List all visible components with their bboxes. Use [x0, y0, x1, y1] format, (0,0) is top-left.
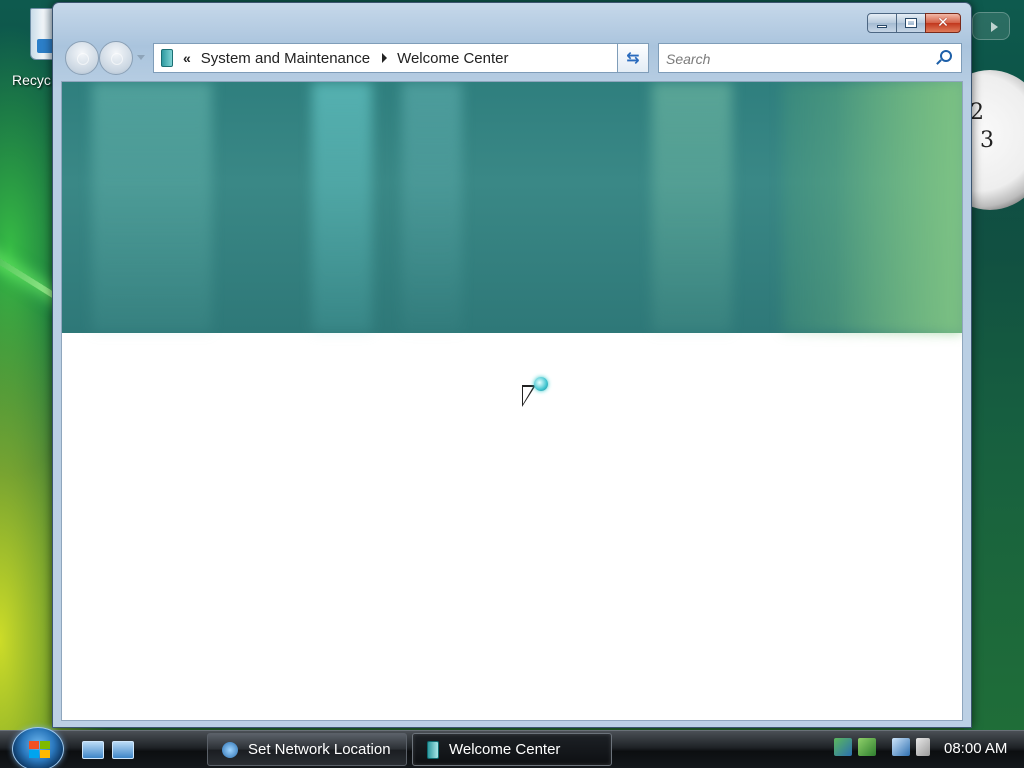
caption-buttons: ✕: [867, 13, 961, 33]
minimize-button[interactable]: [867, 13, 897, 33]
breadcrumb-welcome-center[interactable]: Welcome Center: [397, 50, 508, 67]
maximize-button[interactable]: [897, 13, 925, 33]
switch-windows-icon[interactable]: [112, 741, 134, 759]
banner-ray: [92, 82, 212, 333]
breadcrumb-overflow[interactable]: «: [183, 50, 191, 66]
banner-ray: [402, 82, 462, 333]
search-input[interactable]: Search: [658, 43, 962, 73]
security-icon[interactable]: [858, 738, 876, 756]
windows-logo-icon: [29, 741, 51, 759]
banner-ray: [312, 82, 372, 333]
clock-number: 3: [980, 128, 994, 153]
network-icon[interactable]: [892, 738, 910, 756]
address-bar[interactable]: « System and Maintenance Welcome Center: [153, 43, 649, 73]
close-icon: ✕: [937, 15, 949, 31]
breadcrumb-separator-icon[interactable]: [382, 53, 388, 63]
busy-cursor-icon: [522, 377, 556, 411]
welcome-center-icon: [161, 49, 173, 67]
taskbar-button-label: Welcome Center: [449, 741, 561, 758]
welcome-center-window: ✕ « System and Maintenance Welcome Cente…: [52, 2, 972, 728]
banner-ray: [652, 82, 732, 333]
clock-number: 2: [970, 100, 984, 125]
volume-icon[interactable]: [916, 738, 930, 756]
breadcrumb-system-and-maintenance[interactable]: System and Maintenance: [201, 50, 370, 67]
taskbar-button-label: Set Network Location: [248, 741, 391, 758]
minimize-icon: [877, 24, 887, 28]
forward-button[interactable]: [99, 41, 133, 75]
content-pane: [61, 81, 963, 721]
windows-update-icon[interactable]: [834, 738, 852, 756]
wallpaper-glow: [964, 200, 1024, 730]
sidebar-arrow-icon[interactable]: [972, 12, 1010, 40]
refresh-icon: ⇆: [626, 50, 640, 67]
taskbar-clock[interactable]: 08:00 AM: [944, 740, 1007, 757]
welcome-center-icon: [427, 740, 439, 759]
search-icon[interactable]: [940, 50, 952, 62]
show-desktop-icon[interactable]: [82, 741, 104, 759]
notification-area: 08:00 AM: [830, 733, 1024, 766]
banner-ray: [782, 82, 962, 333]
close-button[interactable]: ✕: [925, 13, 961, 33]
welcome-banner: [62, 82, 962, 333]
start-button[interactable]: [12, 727, 64, 768]
back-button[interactable]: [65, 41, 99, 75]
maximize-icon: [905, 18, 917, 28]
taskbar-button-set-network-location[interactable]: Set Network Location: [207, 733, 407, 766]
network-icon: [222, 741, 238, 758]
taskbar-button-welcome-center[interactable]: Welcome Center: [412, 733, 612, 766]
refresh-button[interactable]: ⇆: [617, 43, 649, 73]
recent-pages-dropdown[interactable]: [137, 55, 145, 60]
search-placeholder: Search: [666, 51, 711, 67]
recycle-bin-label: Recyc: [12, 72, 51, 88]
